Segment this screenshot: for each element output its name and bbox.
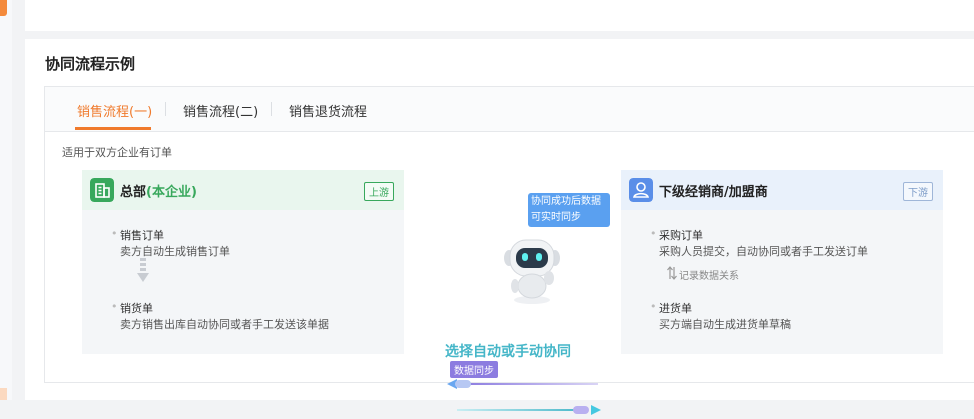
upstream-item-title: 销售订单 (111, 227, 164, 243)
downstream-title: 下级经销商/加盟商 (659, 185, 768, 200)
downstream-card-header: 下级经销商/加盟商 下游 (621, 170, 943, 210)
flow-tabs: 销售流程(一) 销售流程(二) 销售退货流程 (45, 87, 974, 132)
tab-sales-return-flow[interactable]: 销售退货流程 (289, 101, 367, 120)
sidebar-accent-top (0, 0, 7, 16)
upstream-card-header: 总部(本企业) 上游 (82, 170, 404, 210)
upstream-item-title: 销货单 (111, 300, 153, 316)
upstream-item-desc: 卖方自动生成销售订单 (120, 245, 230, 258)
left-sidebar-edge (0, 0, 12, 400)
sync-arrows-icon (447, 379, 601, 415)
downstream-card: 下级经销商/加盟商 下游 采购订单 采购人员提交，自动协同或者手工发送订单 记录… (621, 170, 943, 354)
applicability-note: 适用于双方企业有订单 (62, 146, 172, 159)
top-panel (25, 0, 974, 31)
auto-or-manual-sync-label: 选择自动或手动协同 (445, 344, 571, 360)
collab-flow-panel: 协同流程示例 销售流程(一) 销售流程(二) 销售退货流程 适用于双方企业有订单 (25, 39, 974, 415)
upstream-title: 总部(本企业) (120, 185, 197, 200)
upstream-item-desc: 卖方销售出库自动协同或者手工发送该单据 (120, 318, 329, 331)
downstream-item-desc: 买方端自动生成进货单草稿 (659, 318, 791, 331)
active-tab-underline (75, 127, 151, 130)
building-icon (90, 178, 114, 202)
flow-example-box: 销售流程(一) 销售流程(二) 销售退货流程 适用于双方企业有订单 总部(本企业… (44, 86, 974, 415)
upstream-card: 总部(本企业) 上游 销售订单 卖方自动生成销售订单 销货单 卖方销售出库自动协… (82, 170, 404, 354)
two-way-arrow-icon (667, 266, 677, 280)
down-arrow-icon (137, 258, 149, 282)
downstream-item-title: 进货单 (650, 300, 692, 316)
record-relation-text: 记录数据关系 (679, 271, 739, 282)
downstream-badge: 下游 (903, 182, 933, 201)
downstream-item-desc: 采购人员提交，自动协同或者手工发送订单 (659, 245, 868, 258)
sidebar-accent-bottom (0, 388, 7, 400)
tab-separator (271, 102, 272, 116)
sync-tooltip-bubble: 协同成功后数据 可实时同步 (528, 193, 610, 227)
section-title: 协同流程示例 (45, 55, 136, 73)
tab-separator (165, 102, 166, 116)
tab-sales-flow-1[interactable]: 销售流程(一) (77, 101, 152, 120)
tab-sales-flow-2[interactable]: 销售流程(二) (183, 101, 258, 120)
upstream-badge: 上游 (364, 182, 394, 201)
user-icon (629, 178, 653, 202)
robot-mascot-icon (504, 239, 560, 304)
downstream-item-title: 采购订单 (650, 227, 703, 243)
